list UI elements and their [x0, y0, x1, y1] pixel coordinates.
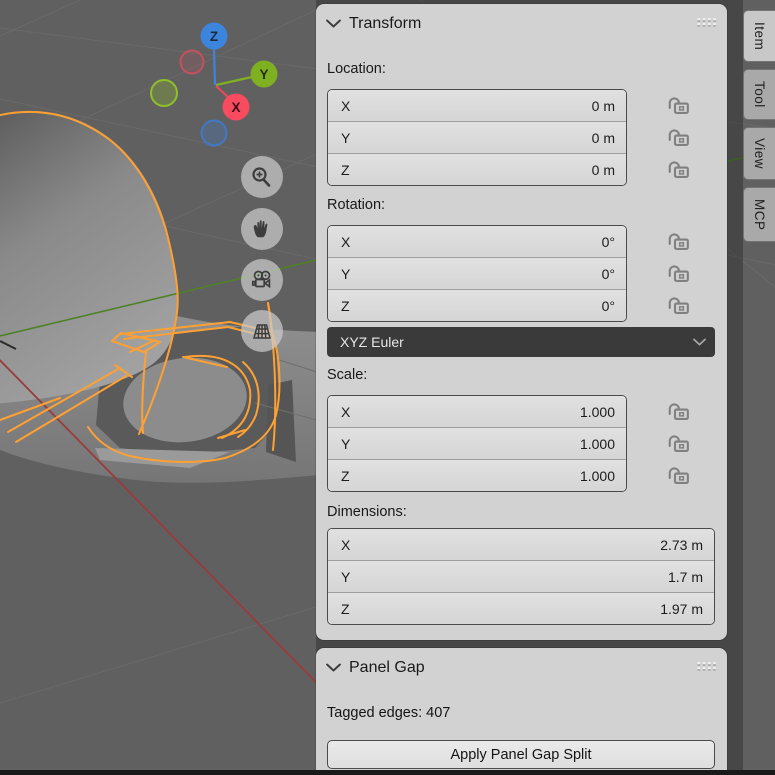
axis-value: 2.73 m: [660, 536, 703, 553]
transform-panel: Transform Location: X 0 m Y 0 m Z 0 m Ro…: [316, 4, 727, 640]
rotation-field-group: X 0° Y 0° Z 0°: [327, 225, 627, 322]
gizmo-neg-x-ball[interactable]: [179, 49, 205, 75]
axis-label: Z: [341, 297, 350, 314]
dimensions-y-field[interactable]: Y 1.7 m: [328, 560, 714, 592]
location-label: Location:: [327, 61, 386, 77]
dimensions-field-group: X 2.73 m Y 1.7 m Z 1.97 m: [327, 528, 715, 625]
lock-open-icon[interactable]: [665, 400, 692, 421]
panel-drag-grip-icon[interactable]: [697, 17, 718, 28]
axis-label: X: [341, 233, 351, 250]
gizmo-y-label: Y: [259, 67, 268, 82]
panel-gap-panel: Panel Gap Tagged edges: 407 Apply Panel …: [316, 648, 727, 770]
axis-label: Y: [341, 435, 351, 452]
scale-y-field[interactable]: Y 1.000: [328, 427, 626, 459]
scale-field-group: X 1.000 Y 1.000 Z 1.000: [327, 395, 627, 492]
camera-view-button[interactable]: [241, 259, 283, 301]
apply-panel-gap-split-button[interactable]: Apply Panel Gap Split: [327, 740, 715, 769]
axis-label: Z: [341, 467, 350, 484]
axis-label: X: [341, 403, 351, 420]
scale-x-field[interactable]: X 1.000: [328, 396, 626, 427]
scale-z-field[interactable]: Z 1.000: [328, 459, 626, 491]
tab-mcp[interactable]: MCP: [743, 187, 775, 242]
chevron-down-icon[interactable]: [326, 19, 341, 28]
location-y-field[interactable]: Y 0 m: [328, 121, 626, 153]
blender-window: Z Y X Transform Location: X 0 m Y 0 m Z …: [0, 0, 775, 775]
chevron-down-icon: [693, 338, 706, 346]
axis-label: Y: [341, 568, 351, 585]
tab-view[interactable]: View: [743, 127, 775, 180]
axis-value: 0 m: [591, 97, 615, 114]
axis-value: 1.000: [579, 467, 615, 484]
lock-open-icon[interactable]: [665, 464, 692, 485]
lock-open-icon[interactable]: [665, 230, 692, 251]
axis-label: X: [341, 536, 351, 553]
rotation-z-field[interactable]: Z 0°: [328, 289, 626, 321]
location-z-field[interactable]: Z 0 m: [328, 153, 626, 185]
lock-open-icon[interactable]: [665, 432, 692, 453]
axis-label: Z: [341, 600, 350, 617]
location-x-field[interactable]: X 0 m: [328, 90, 626, 121]
axis-value: 1.97 m: [660, 600, 703, 617]
lock-open-icon[interactable]: [665, 94, 692, 115]
dimensions-x-field[interactable]: X 2.73 m: [328, 529, 714, 560]
rotation-label: Rotation:: [327, 197, 386, 213]
transform-panel-header[interactable]: Transform: [316, 4, 727, 42]
tab-item[interactable]: Item: [743, 10, 775, 62]
axis-label: Y: [341, 265, 351, 282]
axis-value: 1.7 m: [667, 568, 703, 585]
axis-value: 1.000: [579, 435, 615, 452]
axis-value: 0 m: [591, 161, 615, 178]
rotation-mode-dropdown[interactable]: XYZ Euler: [327, 327, 715, 357]
lock-open-icon[interactable]: [665, 126, 692, 147]
lock-open-icon[interactable]: [665, 294, 692, 315]
gizmo-neg-y-ball[interactable]: [150, 79, 178, 107]
axis-value: 0°: [601, 233, 615, 250]
panel-drag-grip-icon[interactable]: [697, 661, 718, 672]
axis-value: 0°: [601, 265, 615, 282]
axis-label: Y: [341, 129, 351, 146]
rotation-mode-value: XYZ Euler: [340, 334, 404, 350]
grid-perspective-button[interactable]: [241, 310, 283, 352]
scale-label: Scale:: [327, 367, 368, 383]
axis-label: X: [341, 97, 351, 114]
rotation-x-field[interactable]: X 0°: [328, 226, 626, 257]
rotation-y-field[interactable]: Y 0°: [328, 257, 626, 289]
dimensions-label: Dimensions:: [327, 504, 407, 520]
dimensions-z-field[interactable]: Z 1.97 m: [328, 592, 714, 624]
panel-title: Panel Gap: [349, 659, 425, 676]
axis-value: 0 m: [591, 129, 615, 146]
pan-button[interactable]: [241, 208, 283, 250]
gizmo-x-label: X: [231, 100, 240, 115]
editor-bottom-border: [0, 770, 775, 775]
lock-open-icon[interactable]: [665, 262, 692, 283]
zoom-button[interactable]: [241, 156, 283, 198]
tab-tool[interactable]: Tool: [743, 69, 775, 120]
gizmo-z-label: Z: [210, 29, 218, 44]
axis-label: Z: [341, 161, 350, 178]
chevron-down-icon[interactable]: [326, 663, 341, 672]
location-field-group: X 0 m Y 0 m Z 0 m: [327, 89, 627, 186]
tagged-edges-status: Tagged edges: 407: [327, 705, 451, 721]
lock-open-icon[interactable]: [665, 158, 692, 179]
panel-gap-header[interactable]: Panel Gap: [316, 648, 727, 686]
axis-value: 0°: [601, 297, 615, 314]
panel-title: Transform: [349, 15, 422, 32]
gizmo-neg-z-ball[interactable]: [200, 119, 228, 147]
axis-value: 1.000: [579, 403, 615, 420]
